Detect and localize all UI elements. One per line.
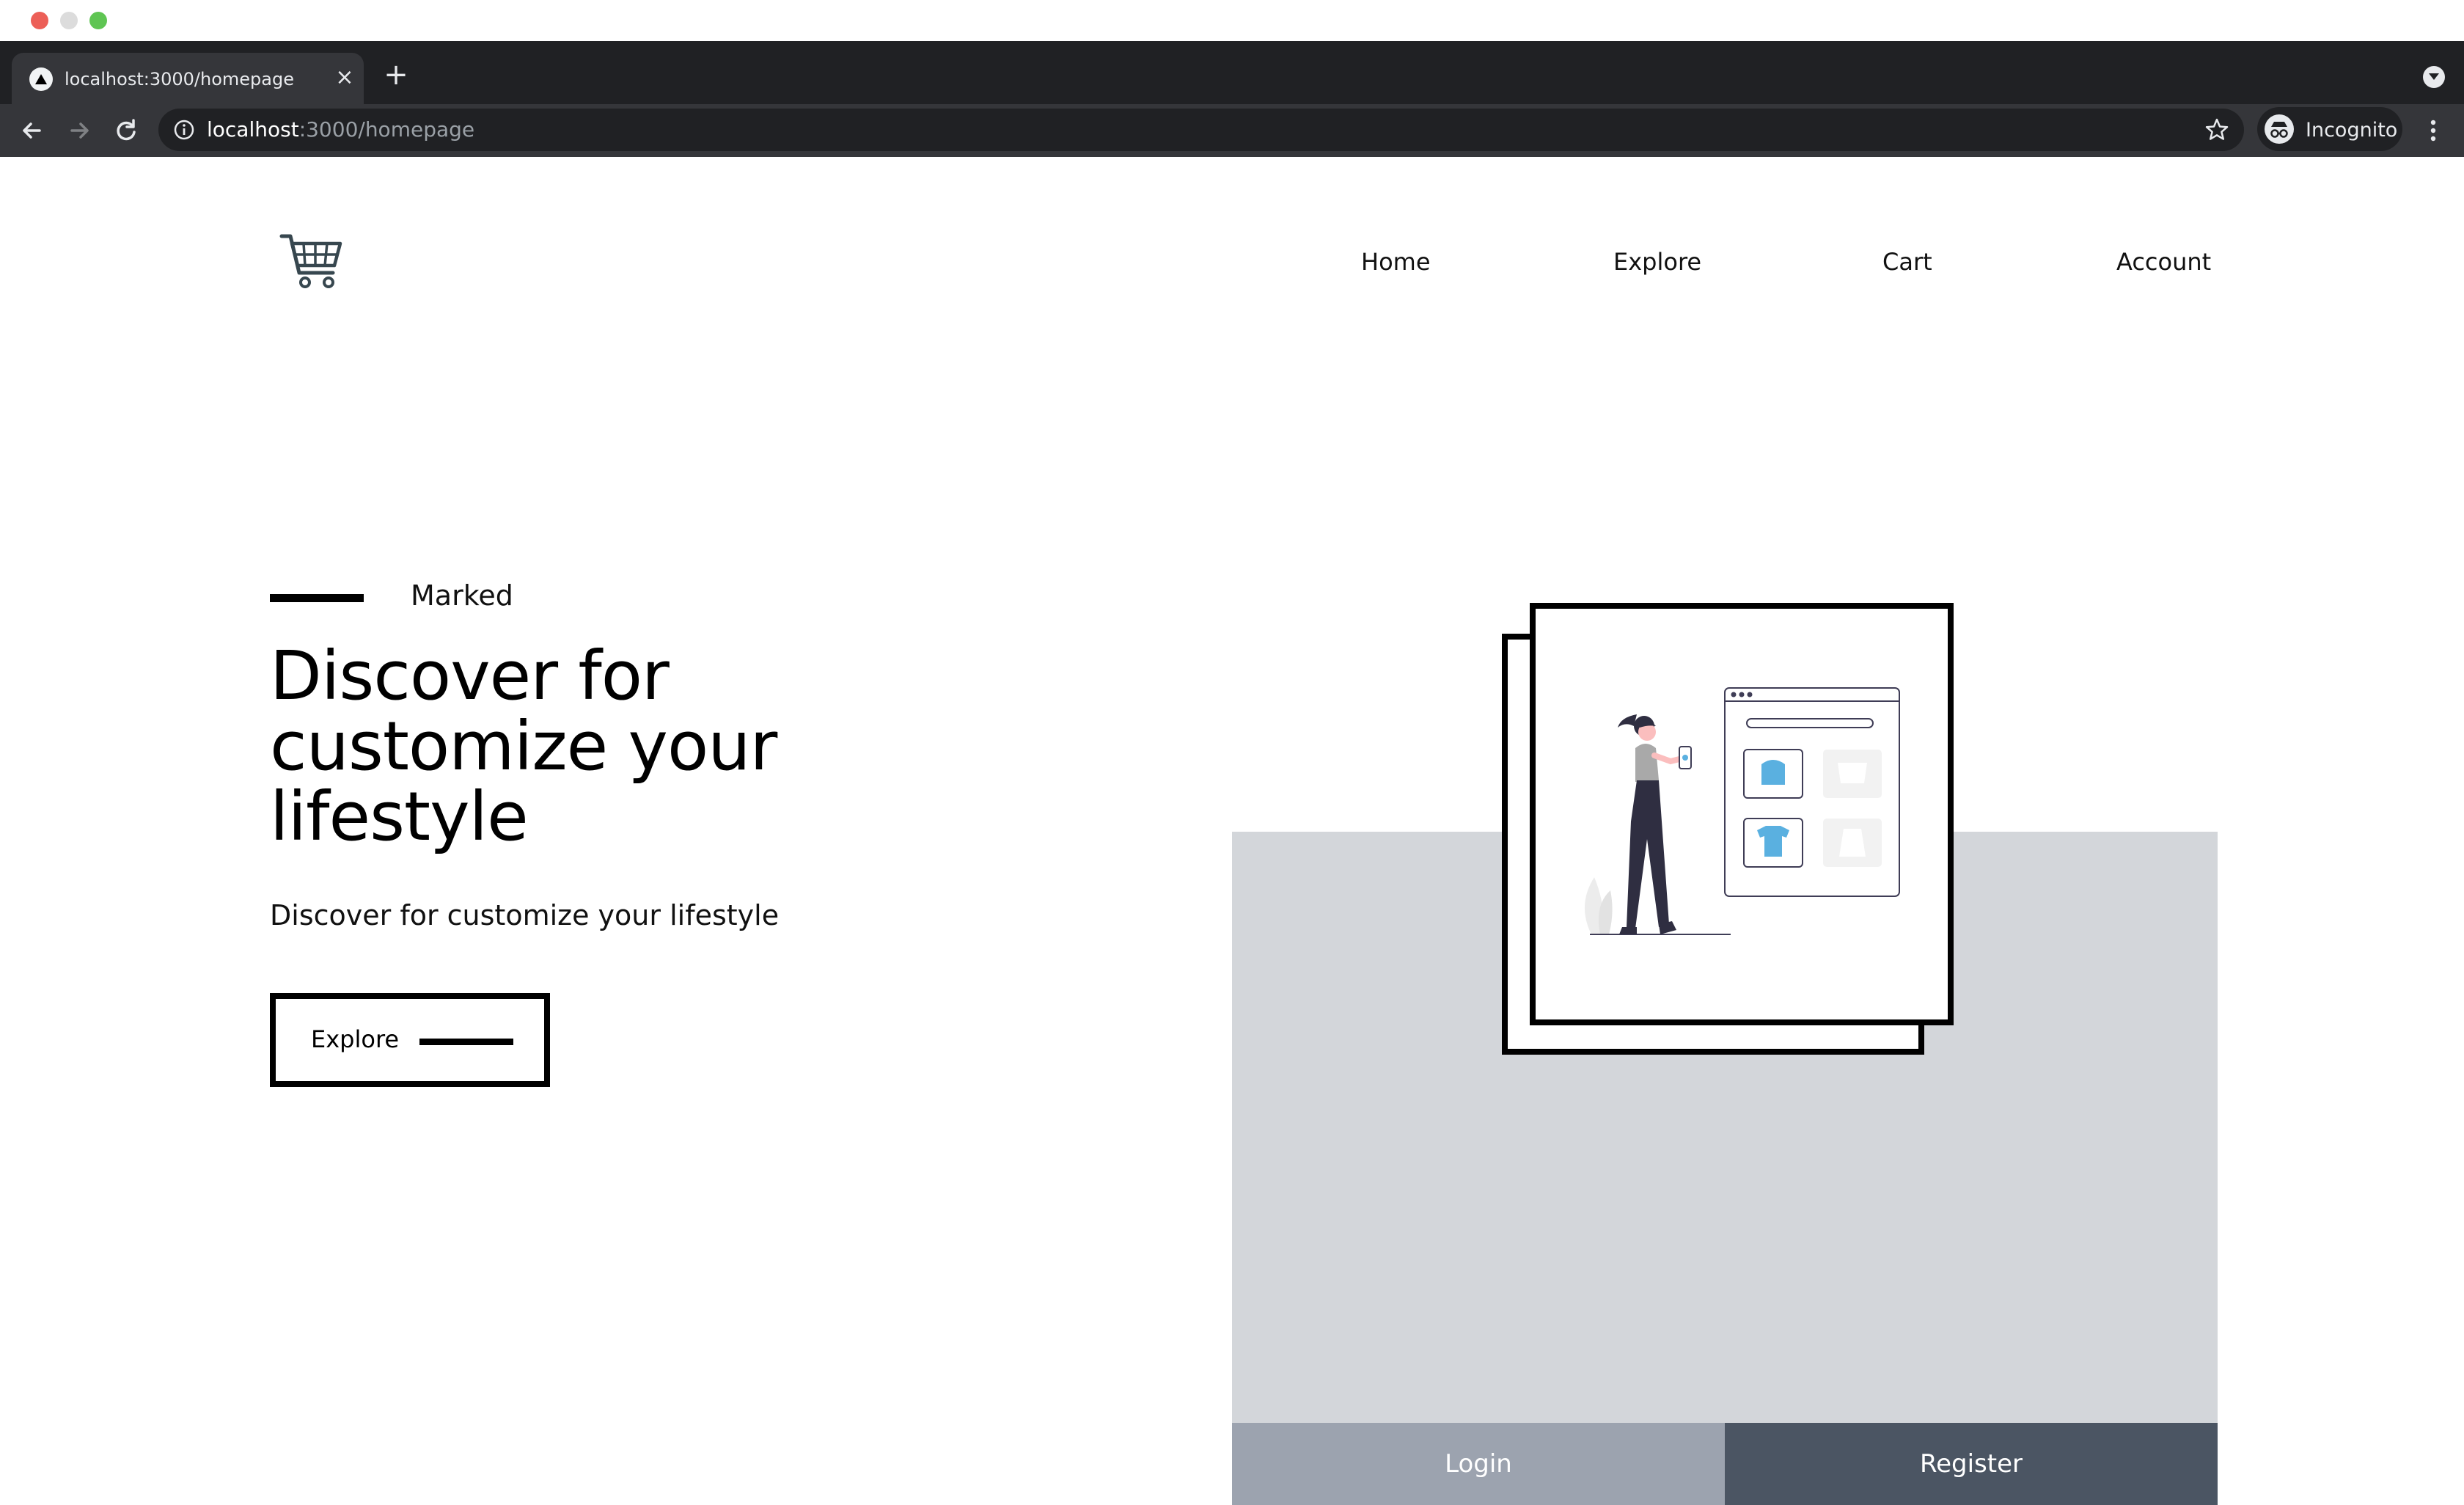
page-viewport: Home Explore Cart Account Marked Discove… [0, 157, 2464, 1505]
explore-button-line [419, 1039, 513, 1045]
nav-cart-link[interactable]: Cart [1882, 248, 1932, 276]
browser-toolbar: localhost:3000/homepage Incognito [0, 104, 2464, 157]
incognito-icon [2265, 114, 2294, 144]
bookmark-star-icon[interactable] [2204, 117, 2229, 142]
explore-button-label: Explore [311, 1025, 400, 1053]
hero-headline: Discover for customize your lifestyle [270, 637, 777, 856]
eyebrow-label: Marked [411, 579, 513, 612]
new-tab-button[interactable]: + [381, 60, 411, 91]
browser-tab[interactable]: localhost:3000/homepage × [12, 53, 364, 104]
tab-title: localhost:3000/homepage [65, 69, 294, 89]
hero-subheadline: Discover for customize your lifestyle [270, 899, 780, 931]
reload-icon[interactable] [111, 116, 141, 145]
incognito-profile-button[interactable]: Incognito [2257, 107, 2402, 151]
online-shopping-illustration [1584, 687, 1900, 935]
window-titlebar [0, 0, 2464, 41]
shopping-cart-icon[interactable] [279, 230, 345, 292]
window-close-button[interactable] [31, 12, 48, 29]
window-minimize-button[interactable] [60, 12, 78, 29]
explore-button[interactable]: Explore [270, 993, 550, 1087]
address-bar[interactable]: localhost:3000/homepage [158, 109, 2244, 151]
eyebrow-divider [270, 594, 364, 602]
profile-label: Incognito [2306, 119, 2398, 142]
triangle-favicon-icon [29, 67, 53, 91]
back-arrow-icon[interactable] [18, 116, 47, 145]
nav-explore-link[interactable]: Explore [1613, 248, 1701, 276]
forward-arrow-icon[interactable] [65, 116, 94, 145]
tab-close-icon[interactable]: × [330, 63, 359, 92]
nav-home-link[interactable]: Home [1361, 248, 1431, 276]
register-button[interactable]: Register [1725, 1423, 2218, 1505]
site-info-icon[interactable] [173, 119, 195, 141]
url-text: localhost:3000/homepage [207, 117, 475, 142]
window-maximize-button[interactable] [89, 12, 107, 29]
tab-strip: localhost:3000/homepage × + [0, 41, 2464, 104]
tab-search-icon[interactable] [2423, 66, 2445, 88]
nav-account-link[interactable]: Account [2116, 248, 2211, 276]
login-button[interactable]: Login [1232, 1423, 1725, 1505]
browser-menu-icon[interactable] [2420, 116, 2446, 145]
